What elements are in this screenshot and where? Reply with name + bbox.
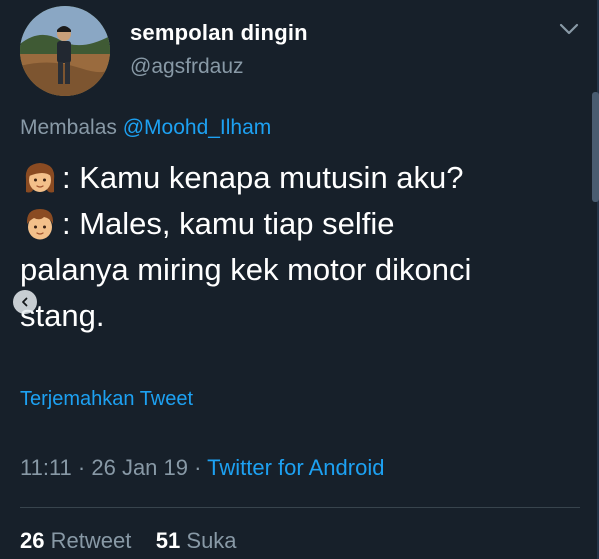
tweet-meta: 11:11 · 26 Jan 19 · Twitter for Android — [20, 455, 384, 481]
retweets-count: 26 — [20, 528, 45, 553]
retweets-label: Retweet — [50, 528, 132, 553]
meta-separator: · — [188, 455, 208, 480]
chevron-down-icon[interactable] — [559, 22, 579, 36]
reply-prefix: Membalas — [20, 116, 117, 139]
tweet-line-1-text: : Kamu kenapa mutusin aku? — [62, 160, 464, 195]
tweet-source-link[interactable]: Twitter for Android — [207, 455, 384, 480]
retweets-stat[interactable]: 26 Retweet — [20, 528, 131, 553]
likes-stat[interactable]: 51 Suka — [156, 528, 237, 553]
avatar[interactable] — [20, 6, 110, 96]
girl-emoji-icon — [20, 158, 60, 198]
tweet-time[interactable]: 11:11 — [20, 455, 72, 480]
tweet-card: sempolan dingin @agsfrdauz Membalas @Moo… — [0, 0, 599, 559]
tweet-line-2: : Males, kamu tiap selfie — [20, 201, 580, 247]
display-name[interactable]: sempolan dingin — [130, 20, 308, 46]
tweet-date[interactable]: 26 Jan 19 — [91, 455, 188, 480]
tweet-line-3: palanya miring kek motor dikonci — [20, 252, 472, 287]
avatar-photo — [20, 6, 110, 96]
chevron-left-icon — [22, 297, 28, 307]
tweet-line-1: : Kamu kenapa mutusin aku? — [20, 155, 580, 201]
boy-emoji-icon — [20, 204, 60, 244]
tweet-line-4: stang. — [20, 298, 105, 333]
translate-tweet-link[interactable]: Terjemahkan Tweet — [20, 388, 193, 411]
tweet-body: : Kamu kenapa mutusin aku? : Males, kamu… — [20, 155, 580, 339]
tweet-line-2-text: : Males, kamu tiap selfie — [62, 206, 395, 241]
likes-label: Suka — [186, 528, 237, 553]
reply-mention-link[interactable]: @Moohd_Ilham — [123, 116, 272, 139]
user-handle[interactable]: @agsfrdauz — [130, 55, 244, 79]
likes-count: 51 — [155, 528, 181, 553]
meta-separator: · — [71, 455, 92, 480]
reply-context: Membalas @Moohd_Ilham — [20, 116, 271, 140]
divider — [20, 507, 580, 508]
tweet-stats: 26 Retweet 51 Suka — [20, 528, 237, 554]
scrollbar[interactable] — [592, 92, 599, 202]
previous-arrow-button[interactable] — [13, 290, 37, 314]
